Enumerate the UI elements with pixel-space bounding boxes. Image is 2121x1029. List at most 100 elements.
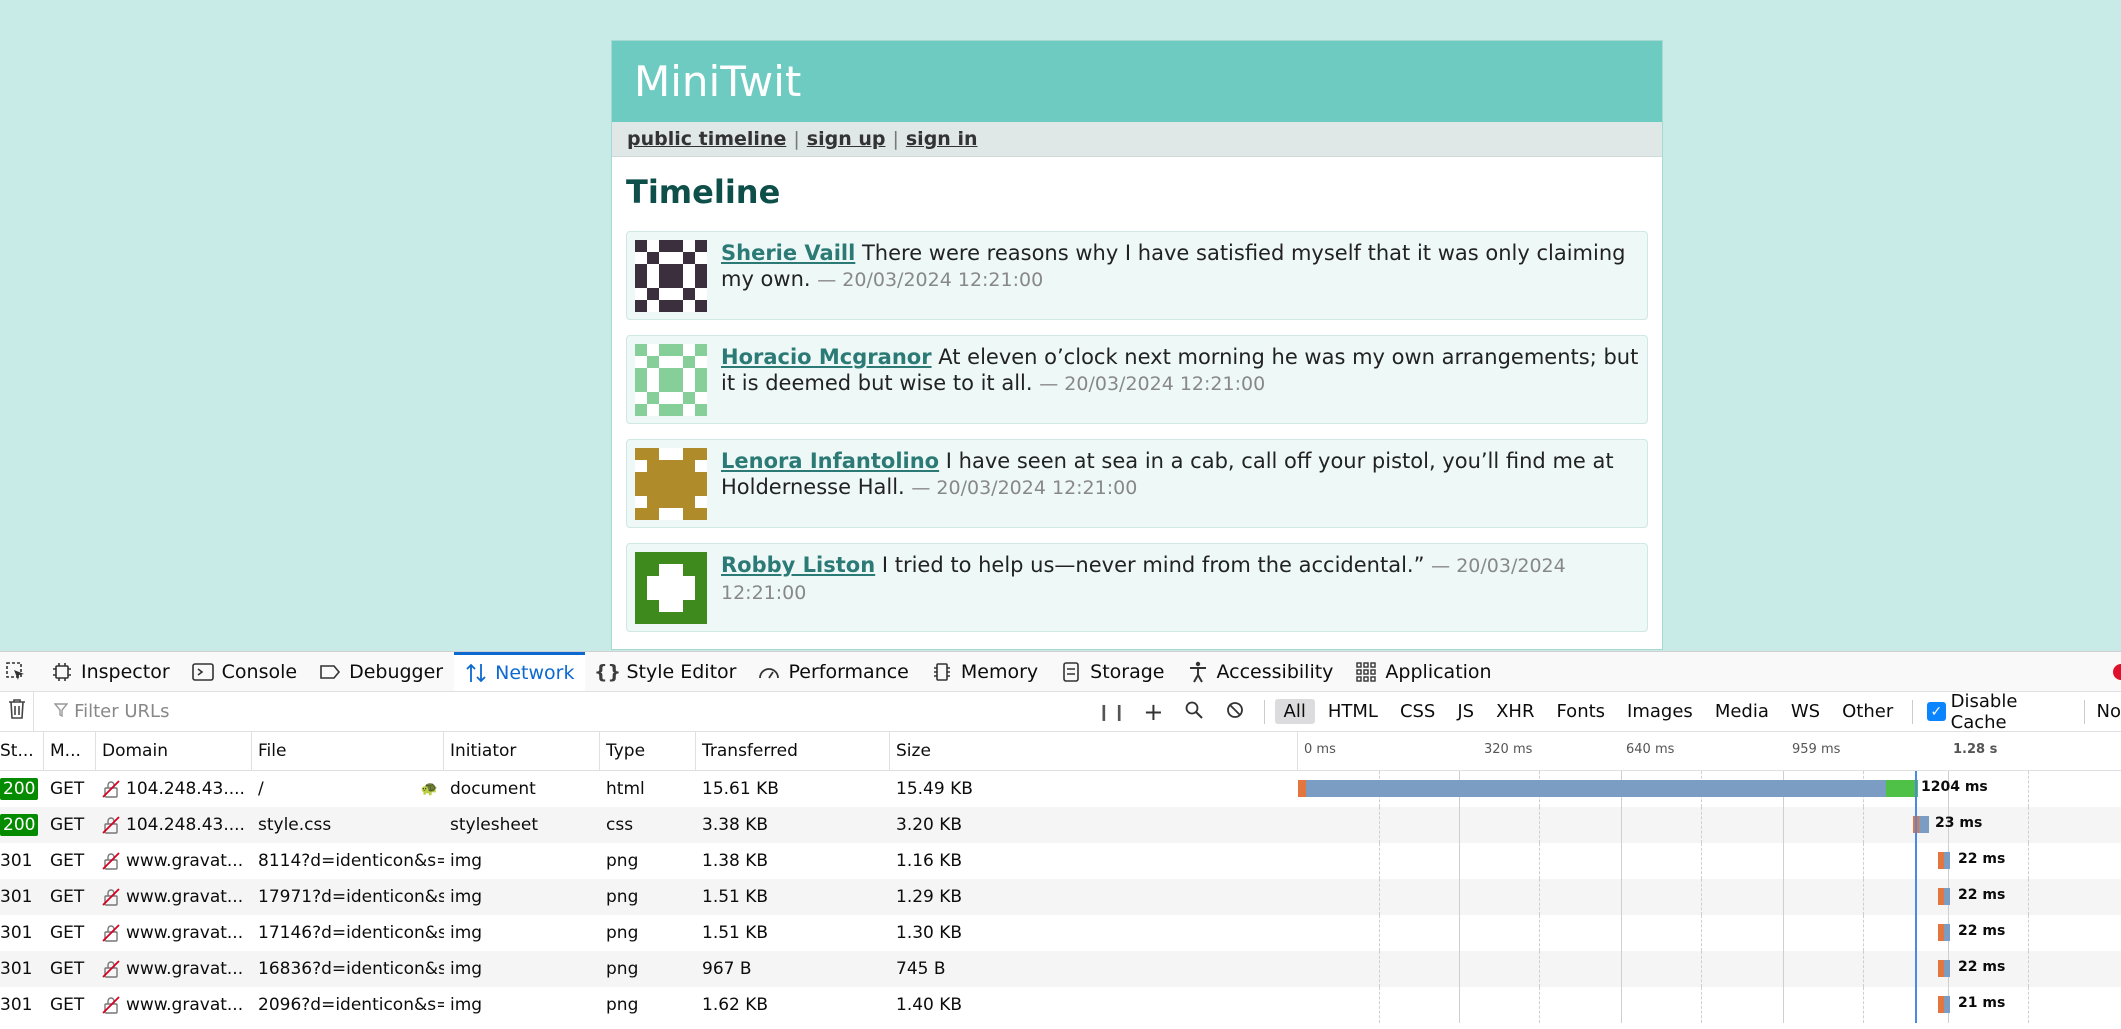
slow-request-turtle-icon: 🐢 [420, 781, 438, 797]
tab-performance[interactable]: Performance [747, 652, 919, 691]
table-row[interactable]: 301 GET www.gravat... 17146?d=identicon&s im… [0, 915, 2121, 951]
insecure-lock-icon [102, 816, 120, 834]
column-initiator[interactable]: Initiator [444, 732, 600, 770]
element-picker-button[interactable] [0, 652, 40, 691]
table-row[interactable]: 301 GET www.gravat... 17971?d=identicon&s im… [0, 879, 2121, 915]
disable-cache-checkbox[interactable]: ✓ Disable Cache [1927, 691, 2075, 733]
block-requests-button[interactable] [1215, 700, 1256, 724]
nav-sign-up[interactable]: sign up [807, 128, 886, 150]
filter-type-js[interactable]: JS [1448, 699, 1483, 724]
clear-requests-button[interactable] [0, 698, 33, 726]
waterfall-tick: 320 ms [1484, 742, 1533, 757]
message-date: — 20/03/2024 12:21:00 [911, 477, 1138, 499]
cell-transferred: 3.38 KB [702, 815, 769, 835]
cell-file: / 🐢 [252, 771, 444, 807]
column-domain[interactable]: Domain [96, 732, 252, 770]
trash-icon [8, 698, 26, 726]
application-icon [1355, 661, 1377, 682]
error-count-badge[interactable] [2113, 664, 2121, 680]
throttling-select[interactable]: No [2097, 701, 2121, 722]
waterfall-gridline [1379, 843, 1380, 879]
filter-type-fonts[interactable]: Fonts [1547, 699, 1614, 724]
waterfall-gridline [1863, 915, 1864, 951]
tab-accessibility[interactable]: Accessibility [1176, 652, 1345, 691]
cell-transferred: 1.51 KB [702, 923, 769, 943]
pause-button[interactable]: ❙❙ [1092, 702, 1133, 721]
waterfall-header[interactable]: 0 ms 320 ms 640 ms 959 ms 1.28 s [1298, 732, 2121, 770]
column-transferred[interactable]: Transferred [696, 732, 890, 770]
tab-memory[interactable]: Memory [920, 652, 1049, 691]
filter-type-images[interactable]: Images [1618, 699, 1702, 724]
nav-public-timeline[interactable]: public timeline [627, 128, 786, 150]
cell-method: GET [50, 887, 85, 907]
cell-file: 2096?d=identicon&s= [252, 987, 444, 1023]
filter-type-xhr[interactable]: XHR [1487, 699, 1543, 724]
filter-placeholder: Filter URLs [74, 701, 170, 722]
tab-label: Memory [960, 660, 1039, 683]
filter-urls-input[interactable]: Filter URLs [33, 692, 1092, 731]
filter-type-other[interactable]: Other [1833, 699, 1902, 724]
cell-method: GET [50, 779, 85, 799]
waterfall-tick: 959 ms [1792, 742, 1841, 757]
waterfall-gridline [1539, 951, 1540, 987]
element-picker-icon [5, 661, 27, 683]
status-code: 200 [0, 778, 39, 800]
tab-debugger[interactable]: Debugger [308, 652, 454, 691]
timing-label: 22 ms [1958, 887, 2006, 903]
waterfall-tick: 0 ms [1304, 742, 1336, 757]
domain-text: www.gravat... [126, 887, 244, 907]
status-code: 301 [0, 887, 33, 907]
column-method[interactable]: M... [44, 732, 96, 770]
filter-type-html[interactable]: HTML [1319, 699, 1387, 724]
toolbar-divider [1263, 699, 1265, 724]
tab-inspector[interactable]: Inspector [40, 652, 181, 691]
message-author[interactable]: Sherie Vaill [721, 241, 855, 265]
waterfall-gridline [2028, 951, 2029, 987]
waterfall-gridline [1701, 915, 1702, 951]
filter-type-css[interactable]: CSS [1391, 699, 1444, 724]
add-request-button[interactable]: + [1133, 698, 1174, 726]
cell-status: 200 [0, 807, 44, 843]
cell-initiator: img [450, 959, 483, 979]
search-button[interactable] [1174, 700, 1215, 724]
column-file[interactable]: File [252, 732, 444, 770]
avatar-identicon [635, 344, 707, 416]
domain-text: 104.248.43.... [126, 779, 245, 799]
table-row[interactable]: 200 GET 104.248.43.... / 🐢 document html 15.61 … [0, 771, 2121, 807]
table-row[interactable]: 200 GET 104.248.43.... style.css stylesheet c… [0, 807, 2121, 843]
waterfall-gridline [1863, 843, 1864, 879]
nav-sign-in[interactable]: sign in [906, 128, 978, 150]
filter-type-all[interactable]: All [1274, 699, 1315, 724]
cell-initiator: stylesheet [450, 815, 538, 835]
cell-type: css [606, 815, 634, 835]
message-author[interactable]: Robby Liston [721, 553, 875, 577]
file-text: / [258, 779, 264, 799]
filter-type-media[interactable]: Media [1706, 699, 1778, 724]
tab-console[interactable]: Console [181, 652, 308, 691]
column-status[interactable]: St... [0, 732, 44, 770]
tab-application[interactable]: Application [1344, 652, 1502, 691]
message-date: — 20/03/2024 12:21:00 [1039, 373, 1266, 395]
cell-method: GET [50, 815, 85, 835]
column-type[interactable]: Type [600, 732, 696, 770]
file-text: 17146?d=identicon&s [258, 923, 444, 943]
dom-content-loaded-line [1915, 843, 1917, 879]
tab-style-editor[interactable]: {} Style Editor [585, 652, 747, 691]
filter-type-ws[interactable]: WS [1782, 699, 1829, 724]
waterfall-gridline [1701, 879, 1702, 915]
message-body: I tried to help us—never mind from the a… [881, 553, 1425, 577]
tab-storage[interactable]: Storage [1049, 652, 1175, 691]
cell-size: 15.49 KB [896, 779, 973, 799]
tab-network[interactable]: Network [454, 652, 586, 691]
message-author[interactable]: Lenora Infantolino [721, 449, 939, 473]
avatar-identicon [635, 240, 707, 312]
table-row[interactable]: 301 GET www.gravat... 2096?d=identicon&s= im… [0, 987, 2121, 1023]
timing-label: 22 ms [1958, 923, 2006, 939]
message-author[interactable]: Horacio Mcgranor [721, 345, 932, 369]
insecure-lock-icon [102, 780, 120, 798]
table-row[interactable]: 301 GET www.gravat... 16836?d=identicon&s im… [0, 951, 2121, 987]
waterfall-gridline [1379, 807, 1380, 843]
tab-label: Application [1385, 660, 1492, 683]
table-row[interactable]: 301 GET www.gravat... 8114?d=identicon&s= im… [0, 843, 2121, 879]
column-size[interactable]: Size [890, 732, 1298, 770]
